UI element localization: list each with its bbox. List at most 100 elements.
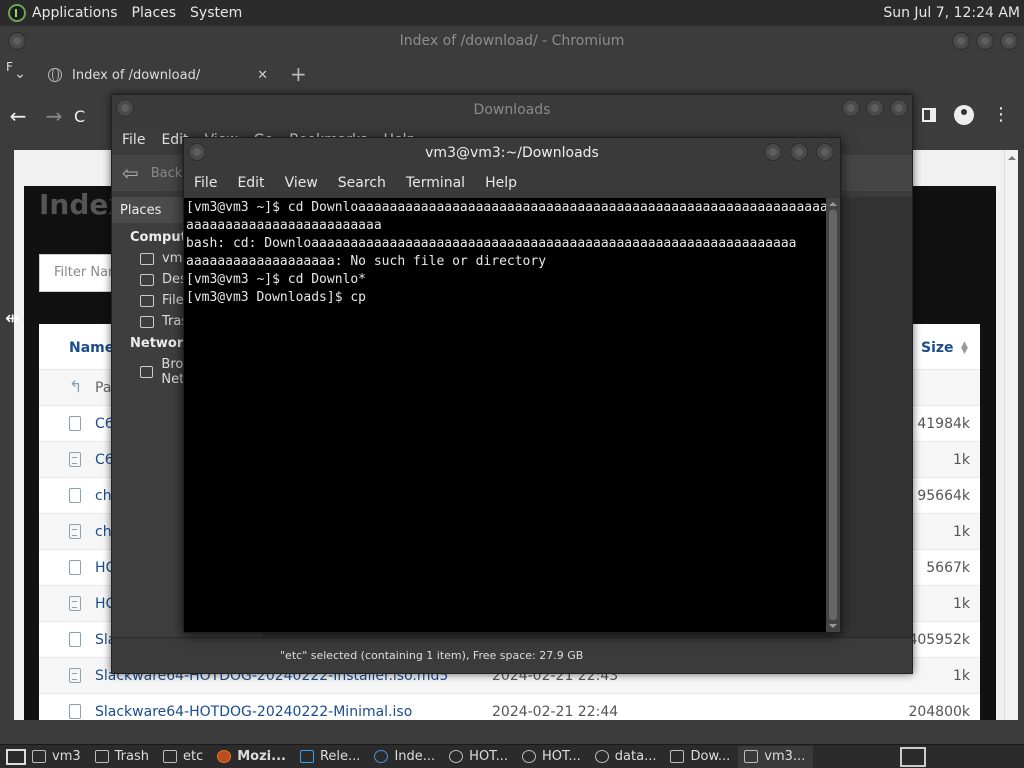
tab-strip: ⌄ Index of /download/ ✕ + [0, 56, 1024, 92]
back-arrow-icon[interactable]: ⇦ [122, 161, 139, 185]
chromium-titlebar[interactable]: Index of /download/ - Chromium [0, 26, 1024, 56]
file-icon [69, 560, 81, 575]
profile-icon[interactable] [954, 105, 974, 125]
taskbar-item-label: data... [614, 749, 657, 764]
terminal-line: [vm3@vm3 ~]$ cd Downlo* [186, 272, 367, 287]
text-file-icon [69, 524, 81, 539]
file-size: 204800k [908, 704, 970, 720]
column-header-size[interactable]: Size [921, 340, 954, 356]
globe-icon [48, 68, 62, 82]
window-menu-icon[interactable] [8, 32, 26, 50]
taskbar-item[interactable]: vm3 [26, 746, 89, 768]
taskbar-item[interactable]: Rele... [294, 746, 368, 768]
term-menu-file[interactable]: File [194, 175, 217, 191]
terminal-line: aaaaaaaaaaaaaaaaaaaaaaaaa [186, 218, 382, 233]
trash-icon [94, 750, 109, 763]
os-logo-icon[interactable] [8, 4, 26, 22]
minimize-button[interactable] [842, 99, 860, 117]
fm-menu-file[interactable]: File [122, 132, 145, 148]
sort-arrows-icon[interactable]: ▲ ▼ [961, 341, 968, 356]
fm-back-label[interactable]: Back [151, 166, 183, 181]
show-desktop-icon[interactable] [6, 748, 26, 765]
file-manager-icon [521, 750, 536, 763]
maximize-button[interactable] [866, 99, 884, 117]
term-menu-view[interactable]: View [285, 175, 318, 191]
desktop-folder-icon [140, 273, 154, 286]
new-tab-button[interactable]: + [290, 62, 307, 86]
taskbar-item[interactable]: Dow... [664, 746, 738, 768]
terminal-screen[interactable]: [vm3@vm3 ~]$ cd Downloaaaaaaaaaaaaaaaaaa… [184, 198, 828, 632]
file-size: 1k [952, 524, 970, 540]
vscode-icon [299, 750, 314, 763]
file-name-link[interactable]: Slackware64-HOTDOG-20240222-Minimal.iso [95, 704, 412, 720]
file-size: 95664k [917, 488, 970, 504]
file-size: 1k [952, 668, 970, 684]
side-panel-icon[interactable] [922, 108, 936, 122]
back-arrow-icon[interactable]: ← [0, 104, 36, 128]
workspace-switcher[interactable] [900, 747, 926, 767]
menu-system[interactable]: System [184, 5, 250, 21]
terminal-icon [744, 750, 759, 763]
taskbar-item[interactable]: Mozi... [211, 746, 294, 768]
kebab-menu-icon[interactable]: ⋮ [992, 106, 1010, 124]
file-size: 5667k [926, 560, 970, 576]
terminal-menubar: File Edit View Search Terminal Help [184, 168, 840, 198]
drive-icon [140, 294, 154, 307]
file-name-link[interactable]: Pa [95, 380, 111, 396]
text-file-icon [69, 668, 81, 683]
menu-places[interactable]: Places [126, 5, 185, 21]
window-menu-icon[interactable] [116, 99, 134, 117]
close-button[interactable] [890, 99, 908, 117]
file-manager-icon [449, 750, 464, 763]
address-bar-fragment[interactable]: C [74, 107, 85, 126]
taskbar-item-label: vm3 [52, 749, 81, 764]
text-file-icon [69, 596, 81, 611]
taskbar-item[interactable]: Inde... [368, 746, 443, 768]
taskbar-item[interactable]: Trash [89, 746, 157, 768]
file-name-link[interactable]: ch [95, 488, 112, 504]
minimize-button[interactable] [952, 32, 970, 50]
page-scrollbar[interactable] [1004, 150, 1018, 720]
file-icon [69, 704, 81, 719]
taskbar-item[interactable]: HOT... [516, 746, 589, 768]
file-manager-icon [594, 750, 609, 763]
term-menu-edit[interactable]: Edit [237, 175, 264, 191]
term-menu-terminal[interactable]: Terminal [406, 175, 465, 191]
parent-directory-icon: ↰ [69, 377, 83, 396]
terminal-scrollbar[interactable] [826, 198, 840, 632]
tab-close-icon[interactable]: ✕ [257, 68, 268, 83]
clock[interactable]: Sun Jul 7, 12:24 AM [883, 5, 1020, 21]
taskbar-item[interactable]: vm3... [738, 745, 814, 768]
taskbar-item-label: HOT... [541, 749, 581, 764]
table-row[interactable]: Slackware64-HOTDOG-20240222-Minimal.iso 2… [39, 694, 980, 720]
terminal-titlebar[interactable]: vm3@vm3:~/Downloads [184, 138, 840, 168]
close-button[interactable] [816, 143, 834, 161]
tab-title: Index of /download/ [72, 67, 201, 83]
window-menu-icon[interactable] [188, 143, 206, 161]
top-panel: Applications Places System Sun Jul 7, 12… [0, 0, 1024, 26]
maximize-button[interactable] [790, 143, 808, 161]
maximize-button[interactable] [976, 32, 994, 50]
file-name-link[interactable]: ch [95, 524, 112, 540]
close-button[interactable] [1000, 32, 1018, 50]
taskbar-item-label: Trash [114, 749, 149, 764]
file-date: 2024-02-21 22:44 [492, 704, 619, 720]
text-file-icon [69, 452, 81, 467]
file-icon [69, 632, 81, 647]
term-menu-help[interactable]: Help [485, 175, 517, 191]
column-header-name[interactable]: Name [69, 340, 114, 356]
taskbar-item[interactable]: etc [157, 746, 211, 768]
terminal-title: vm3@vm3:~/Downloads [425, 145, 599, 161]
taskbar-item[interactable]: data... [589, 746, 665, 768]
terminal-line: [vm3@vm3 Downloads]$ cp [186, 290, 367, 305]
tab-index-of-download[interactable]: Index of /download/ ✕ [40, 58, 276, 92]
folder-icon [32, 750, 46, 763]
taskbar-item[interactable]: HOT... [443, 746, 516, 768]
terminal-scroll-thumb[interactable] [829, 210, 837, 620]
forward-arrow-icon[interactable]: → [36, 104, 72, 128]
trash-icon [140, 315, 154, 328]
file-manager-titlebar[interactable]: Downloads [112, 95, 912, 125]
menu-applications[interactable]: Applications [32, 5, 126, 21]
minimize-button[interactable] [764, 143, 782, 161]
term-menu-search[interactable]: Search [338, 175, 386, 191]
